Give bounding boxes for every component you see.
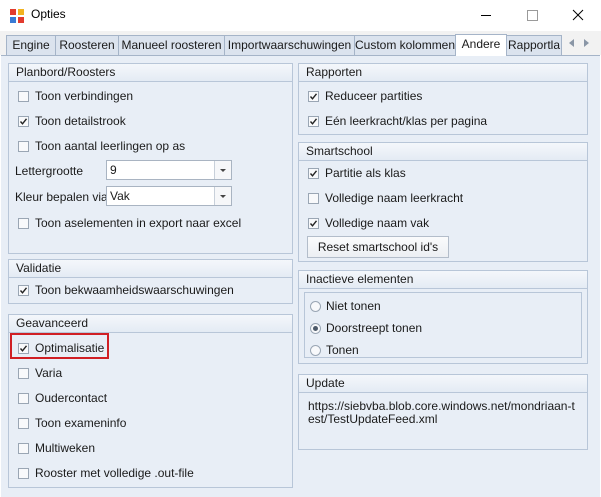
title-bar[interactable]: Opties: [0, 0, 601, 31]
group-planbord-roosters: Planbord/Roosters Toon verbindingen Toon…: [8, 63, 293, 254]
radio-label: Tonen: [326, 343, 359, 357]
radio-tonen[interactable]: Tonen: [310, 341, 359, 359]
checkmark-icon[interactable]: [18, 115, 29, 127]
tab-rapportla[interactable]: Rapportla: [506, 35, 562, 55]
kleur-combobox[interactable]: Vak: [106, 186, 232, 206]
checkbox-icon[interactable]: [18, 367, 29, 379]
chevron-down-icon[interactable]: [214, 161, 231, 179]
checkbox-volledige-naam-leerkracht[interactable]: Volledige naam leerkracht: [308, 189, 463, 207]
checkbox-label: Partitie als klas: [325, 166, 406, 180]
radio-selected-icon[interactable]: [310, 322, 321, 334]
tab-manueel-roosteren[interactable]: Manueel roosteren: [118, 35, 225, 55]
checkbox-icon[interactable]: [18, 140, 29, 152]
lettergrootte-label: Lettergrootte: [15, 164, 84, 178]
update-url-line-2: est/TestUpdateFeed.xml: [308, 412, 438, 426]
checkbox-label: Toon aselementen in export naar excel: [35, 216, 242, 230]
tab-content-andere: Planbord/Roosters Toon verbindingen Toon…: [1, 55, 600, 497]
checkbox-label: Volledige naam vak: [325, 216, 430, 230]
checkmark-icon[interactable]: [308, 115, 319, 127]
group-smartschool: Smartschool Partitie als klas Volledige …: [298, 142, 588, 262]
group-title: Geavanceerd: [9, 315, 292, 333]
maximize-button[interactable]: [509, 0, 555, 31]
checkbox-varia[interactable]: Varia: [18, 364, 62, 382]
radio-label: Niet tonen: [326, 299, 381, 313]
app-icon: [9, 8, 25, 24]
kleur-label: Kleur bepalen via: [15, 190, 108, 204]
radio-icon[interactable]: [310, 300, 321, 312]
checkbox-multiweken[interactable]: Multiweken: [18, 439, 95, 457]
window-title: Opties: [31, 7, 66, 21]
checkbox-oudercontact[interactable]: Oudercontact: [18, 389, 107, 407]
chevron-down-icon[interactable]: [214, 187, 231, 205]
checkbox-icon[interactable]: [18, 417, 29, 429]
tab-scroll-right-icon[interactable]: [581, 37, 591, 49]
checkmark-icon[interactable]: [308, 90, 319, 102]
checkbox-label: Toon bekwaamheidswaarschuwingen: [35, 283, 234, 297]
checkbox-toon-detailstrook[interactable]: Toon detailstrook: [18, 112, 126, 130]
checkbox-toon-aselementen[interactable]: Toon aselementen in export naar excel: [18, 214, 241, 232]
options-window: Opties Engine Roosteren Manueel roostere…: [0, 0, 601, 497]
group-title: Rapporten: [299, 64, 587, 82]
tab-scroll-left-icon[interactable]: [567, 37, 577, 49]
checkbox-toon-bekwaamheidswaarschuwingen[interactable]: Toon bekwaamheidswaarschuwingen: [18, 281, 234, 299]
group-title: Update: [299, 375, 587, 393]
group-title: Inactieve elementen: [299, 271, 587, 289]
radio-label: Doorstreept tonen: [326, 321, 423, 335]
checkmark-icon[interactable]: [308, 217, 319, 229]
checkbox-icon[interactable]: [18, 90, 29, 102]
group-title: Smartschool: [299, 143, 587, 161]
checkbox-icon[interactable]: [308, 192, 319, 204]
combobox-value: 9: [110, 163, 117, 177]
checkbox-label: Toon detailstrook: [35, 114, 126, 128]
checkbox-label: Reduceer partities: [325, 89, 423, 103]
checkbox-toon-verbindingen[interactable]: Toon verbindingen: [18, 87, 133, 105]
highlight-box: [10, 333, 109, 359]
group-title: Planbord/Roosters: [9, 64, 292, 82]
group-title: Validatie: [9, 260, 292, 278]
checkbox-rooster-volledige-out-file[interactable]: Rooster met volledige .out-file: [18, 464, 194, 482]
checkbox-label: Toon verbindingen: [35, 89, 134, 103]
checkmark-icon[interactable]: [308, 167, 319, 179]
checkmark-icon[interactable]: [18, 284, 29, 296]
checkbox-label: Eén leerkracht/klas per pagina: [325, 114, 488, 128]
checkbox-toon-exameninfo[interactable]: Toon exameninfo: [18, 414, 126, 432]
tab-strip: Engine Roosteren Manueel roosteren Impor…: [0, 31, 601, 56]
reset-smartschool-ids-button[interactable]: Reset smartschool id's: [307, 236, 449, 258]
tab-engine[interactable]: Engine: [6, 35, 56, 55]
checkbox-label: Multiweken: [35, 441, 96, 455]
radio-doorstreept-tonen[interactable]: Doorstreept tonen: [310, 319, 422, 337]
group-inactieve-elementen: Inactieve elementen Niet tonen Doorstree…: [298, 270, 588, 364]
close-button[interactable]: [555, 0, 601, 31]
checkbox-icon[interactable]: [18, 467, 29, 479]
checkbox-icon[interactable]: [18, 392, 29, 404]
checkbox-label: Toon exameninfo: [35, 416, 127, 430]
checkbox-een-leerkracht-per-pagina[interactable]: Eén leerkracht/klas per pagina: [308, 112, 487, 130]
radio-icon[interactable]: [310, 344, 321, 356]
minimize-button[interactable]: [463, 0, 509, 31]
group-validatie: Validatie Toon bekwaamheidswaarschuwinge…: [8, 259, 293, 304]
checkbox-partitie-als-klas[interactable]: Partitie als klas: [308, 164, 406, 182]
checkbox-label: Volledige naam leerkracht: [325, 191, 464, 205]
checkbox-reduceer-partities[interactable]: Reduceer partities: [308, 87, 422, 105]
checkbox-icon[interactable]: [18, 442, 29, 454]
checkbox-volledige-naam-vak[interactable]: Volledige naam vak: [308, 214, 429, 232]
checkbox-label: Toon aantal leerlingen op as: [35, 139, 186, 153]
radio-niet-tonen[interactable]: Niet tonen: [310, 297, 381, 315]
checkbox-label: Oudercontact: [35, 391, 108, 405]
checkbox-label: Varia: [35, 366, 63, 380]
combobox-value: Vak: [110, 189, 130, 203]
group-update: Update https://siebvba.blob.core.windows…: [298, 374, 588, 450]
group-rapporten: Rapporten Reduceer partities Eén leerkra…: [298, 63, 588, 135]
checkbox-icon[interactable]: [18, 217, 29, 229]
tab-andere[interactable]: Andere: [455, 34, 507, 56]
tab-custom-kolommen[interactable]: Custom kolommen: [354, 35, 456, 55]
lettergrootte-combobox[interactable]: 9: [106, 160, 232, 180]
checkbox-label: Rooster met volledige .out-file: [35, 466, 194, 480]
checkbox-toon-aantal-leerlingen[interactable]: Toon aantal leerlingen op as: [18, 137, 185, 155]
tab-roosteren[interactable]: Roosteren: [55, 35, 119, 55]
tab-importwaarschuwingen[interactable]: Importwaarschuwingen: [224, 35, 355, 55]
